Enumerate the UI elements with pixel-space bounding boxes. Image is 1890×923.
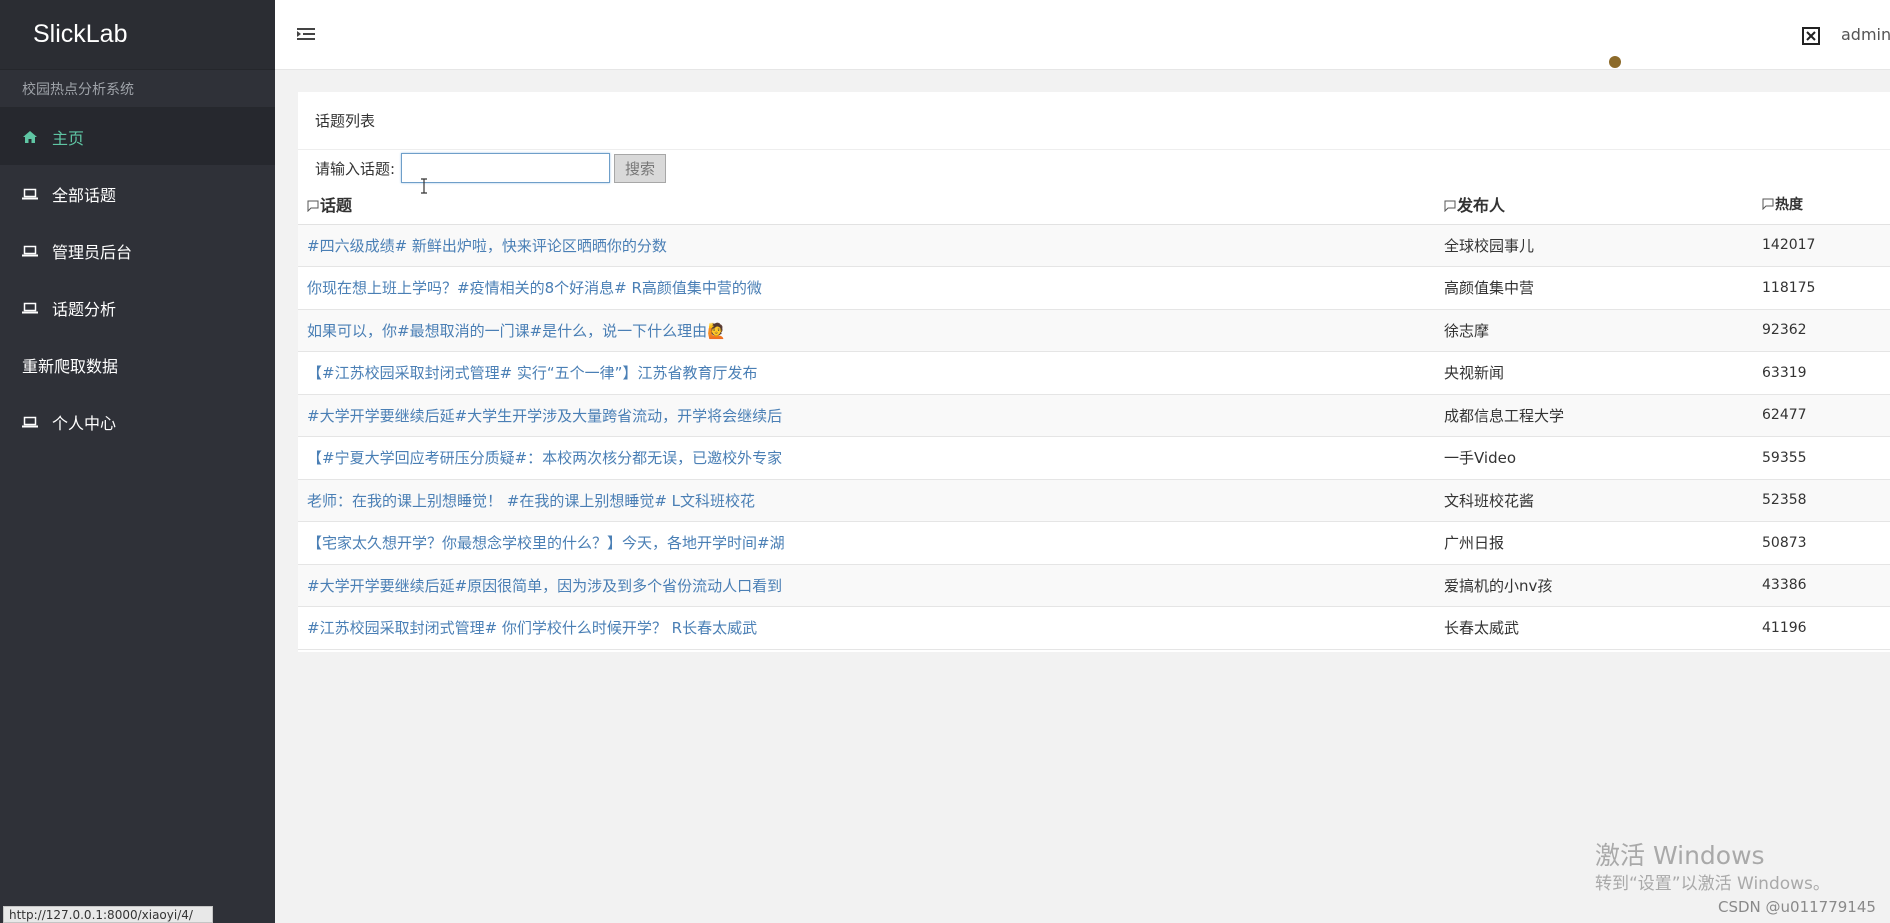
sidebar: SlickLab 校园热点分析系统 主页全部话题管理员后台话题分析重新爬取数据个… xyxy=(0,0,275,923)
search-bar: 请输入话题: 搜索 xyxy=(315,152,667,184)
laptop-icon xyxy=(22,188,38,200)
heat-cell: 59355 xyxy=(1762,436,1890,480)
laptop-icon xyxy=(22,245,38,257)
topic-link[interactable]: 【#宁夏大学回应考研压分质疑#：本校两次核分都无误，已邀校外专家 xyxy=(307,449,782,467)
fullscreen-icon[interactable] xyxy=(1802,27,1820,45)
topic-cell: 你现在想上班上学吗？#疫情相关的8个好消息# R高颜值集中营的微 xyxy=(298,266,1444,310)
csdn-watermark: CSDN @u011779145 xyxy=(1718,898,1876,916)
table-row: 老师：在我的课上别想睡觉！ #在我的课上别想睡觉# L文科班校花 文科班校花酱 52… xyxy=(298,479,1890,522)
column-header-author[interactable]: 发布人 xyxy=(1444,184,1762,225)
sidebar-item-1[interactable]: 全部话题 xyxy=(0,165,275,222)
brand-logo[interactable]: SlickLab xyxy=(0,0,275,70)
search-input[interactable] xyxy=(401,153,611,183)
sidebar-item-label: 管理员后台 xyxy=(52,242,133,262)
author-cell: 高颜值集中营 xyxy=(1444,266,1762,310)
windows-activation-subtitle: 转到“设置”以激活 Windows。 xyxy=(1595,874,1830,894)
heat-cell: 118175 xyxy=(1762,266,1890,310)
sidebar-item-2[interactable]: 管理员后台 xyxy=(0,222,275,279)
sort-icon xyxy=(1762,198,1774,210)
sidebar-nav: 主页全部话题管理员后台话题分析重新爬取数据个人中心 xyxy=(0,108,275,450)
table-row: 【#江苏校园采取封闭式管理# 实行“五个一律”】江苏省教育厅发布 央视新闻 6331… xyxy=(298,351,1890,395)
topic-table: 话题 发布人 热度 #四六级成绩# 新鲜出炉啦，快来评论区晒晒你的分数 全球校园事… xyxy=(298,184,1890,650)
topic-list-panel: 话题列表 请输入话题: 搜索 话题 发布人 热度 #四六级成绩# 新鲜出炉啦，快… xyxy=(298,92,1890,652)
table-row: 你现在想上班上学吗？#疫情相关的8个好消息# R高颜值集中营的微 高颜值集中营 11… xyxy=(298,266,1890,310)
column-header-topic[interactable]: 话题 xyxy=(298,184,1444,225)
topic-link[interactable]: 【宅家太久想开学？你最想念学校里的什么？】今天，各地开学时间#湖 xyxy=(307,534,785,552)
table-row: #大学开学要继续后延#原因很简单，因为涉及到多个省份流动人口看到 爱搞机的小nv孩… xyxy=(298,564,1890,607)
home-icon xyxy=(22,130,38,143)
heat-cell: 50873 xyxy=(1762,521,1890,565)
table-row: 【宅家太久想开学？你最想念学校里的什么？】今天，各地开学时间#湖 广州日报 5087… xyxy=(298,521,1890,565)
sidebar-item-label: 话题分析 xyxy=(52,299,117,319)
laptop-icon xyxy=(22,302,38,314)
author-cell: 文科班校花酱 xyxy=(1444,479,1762,522)
heat-cell: 52358 xyxy=(1762,479,1890,522)
column-header-topic-label: 话题 xyxy=(320,195,353,215)
author-cell: 广州日报 xyxy=(1444,521,1762,565)
table-row: #江苏校园采取封闭式管理# 你们学校什么时候开学？ R长春太威武 长春太威武 411… xyxy=(298,606,1890,650)
table-row: #大学开学要继续后延#大学生开学涉及大量跨省流动，开学将会继续后 成都信息工程大学… xyxy=(298,394,1890,437)
author-cell: 一手Video xyxy=(1444,436,1762,480)
menu-toggle-icon[interactable] xyxy=(297,26,315,42)
sort-icon xyxy=(1444,197,1456,212)
topic-cell: 【宅家太久想开学？你最想念学校里的什么？】今天，各地开学时间#湖 xyxy=(298,521,1444,565)
topic-link[interactable]: 【#江苏校园采取封闭式管理# 实行“五个一律”】江苏省教育厅发布 xyxy=(307,364,757,382)
topic-cell: #江苏校园采取封闭式管理# 你们学校什么时候开学？ R长春太威武 xyxy=(298,606,1444,650)
laptop-icon xyxy=(22,416,38,428)
topic-link[interactable]: #大学开学要继续后延#大学生开学涉及大量跨省流动，开学将会继续后 xyxy=(307,407,782,425)
topic-cell: 如果可以，你#最想取消的一门课#是什么，说一下什么理由🙋 xyxy=(298,309,1444,352)
column-header-author-label: 发布人 xyxy=(1457,195,1506,215)
column-header-heat-label: 热度 xyxy=(1775,196,1803,213)
heat-cell: 43386 xyxy=(1762,564,1890,607)
table-row: 【#宁夏大学回应考研压分质疑#：本校两次核分都无误，已邀校外专家 一手Video 5… xyxy=(298,436,1890,480)
table-row: 如果可以，你#最想取消的一门课#是什么，说一下什么理由🙋 徐志摩 92362 xyxy=(298,309,1890,352)
topic-cell: 老师：在我的课上别想睡觉！ #在我的课上别想睡觉# L文科班校花 xyxy=(298,479,1444,522)
topic-link[interactable]: 老师：在我的课上别想睡觉！ #在我的课上别想睡觉# L文科班校花 xyxy=(307,492,755,510)
author-cell: 徐志摩 xyxy=(1444,309,1762,352)
sidebar-item-5[interactable]: 个人中心 xyxy=(0,393,275,450)
heat-cell: 92362 xyxy=(1762,309,1890,352)
status-bar-url: http://127.0.0.1:8000/xiaoyi/4/ xyxy=(3,906,213,923)
text-cursor-icon xyxy=(419,178,429,194)
table-header-row: 话题 发布人 热度 xyxy=(298,184,1890,225)
sort-icon xyxy=(307,197,319,212)
table-row: #四六级成绩# 新鲜出炉啦，快来评论区晒晒你的分数 全球校园事儿 142017 xyxy=(298,224,1890,267)
sidebar-item-label: 重新爬取数据 xyxy=(22,356,119,376)
topic-link[interactable]: 你现在想上班上学吗？#疫情相关的8个好消息# R高颜值集中营的微 xyxy=(307,279,762,297)
topic-cell: #四六级成绩# 新鲜出炉啦，快来评论区晒晒你的分数 xyxy=(298,224,1444,267)
sidebar-item-label: 主页 xyxy=(52,128,85,148)
topic-link[interactable]: 如果可以，你#最想取消的一门课#是什么，说一下什么理由🙋 xyxy=(307,322,726,340)
user-menu[interactable]: admin xyxy=(1841,25,1890,44)
panel-title: 话题列表 xyxy=(298,92,1890,150)
heat-cell: 63319 xyxy=(1762,351,1890,395)
topic-link[interactable]: #江苏校园采取封闭式管理# 你们学校什么时候开学？ R长春太威武 xyxy=(307,619,757,637)
heat-cell: 62477 xyxy=(1762,394,1890,437)
author-cell: 全球校园事儿 xyxy=(1444,224,1762,267)
sidebar-item-label: 个人中心 xyxy=(52,413,117,433)
column-header-heat[interactable]: 热度 xyxy=(1762,184,1890,225)
windows-activation-title: 激活 Windows xyxy=(1595,841,1765,870)
sidebar-item-0[interactable]: 主页 xyxy=(0,108,275,165)
topic-link[interactable]: #大学开学要继续后延#原因很简单，因为涉及到多个省份流动人口看到 xyxy=(307,577,782,595)
topic-cell: #大学开学要继续后延#大学生开学涉及大量跨省流动，开学将会继续后 xyxy=(298,394,1444,437)
user-avatar xyxy=(1609,56,1621,68)
author-cell: 爱搞机的小nv孩 xyxy=(1444,564,1762,607)
author-cell: 央视新闻 xyxy=(1444,351,1762,395)
sidebar-item-4[interactable]: 重新爬取数据 xyxy=(0,336,275,393)
author-cell: 长春太威武 xyxy=(1444,606,1762,650)
topic-link[interactable]: #四六级成绩# 新鲜出炉啦，快来评论区晒晒你的分数 xyxy=(307,237,667,255)
system-subtitle: 校园热点分析系统 xyxy=(0,70,275,108)
topbar: admin xyxy=(275,0,1890,70)
topic-cell: 【#宁夏大学回应考研压分质疑#：本校两次核分都无误，已邀校外专家 xyxy=(298,436,1444,480)
sidebar-item-3[interactable]: 话题分析 xyxy=(0,279,275,336)
topic-cell: 【#江苏校园采取封闭式管理# 实行“五个一律”】江苏省教育厅发布 xyxy=(298,351,1444,395)
heat-cell: 41196 xyxy=(1762,606,1890,650)
search-label: 请输入话题: xyxy=(315,159,396,178)
heat-cell: 142017 xyxy=(1762,224,1890,267)
search-button[interactable]: 搜索 xyxy=(614,153,667,183)
sidebar-item-label: 全部话题 xyxy=(52,185,117,205)
author-cell: 成都信息工程大学 xyxy=(1444,394,1762,437)
topic-cell: #大学开学要继续后延#原因很简单，因为涉及到多个省份流动人口看到 xyxy=(298,564,1444,607)
